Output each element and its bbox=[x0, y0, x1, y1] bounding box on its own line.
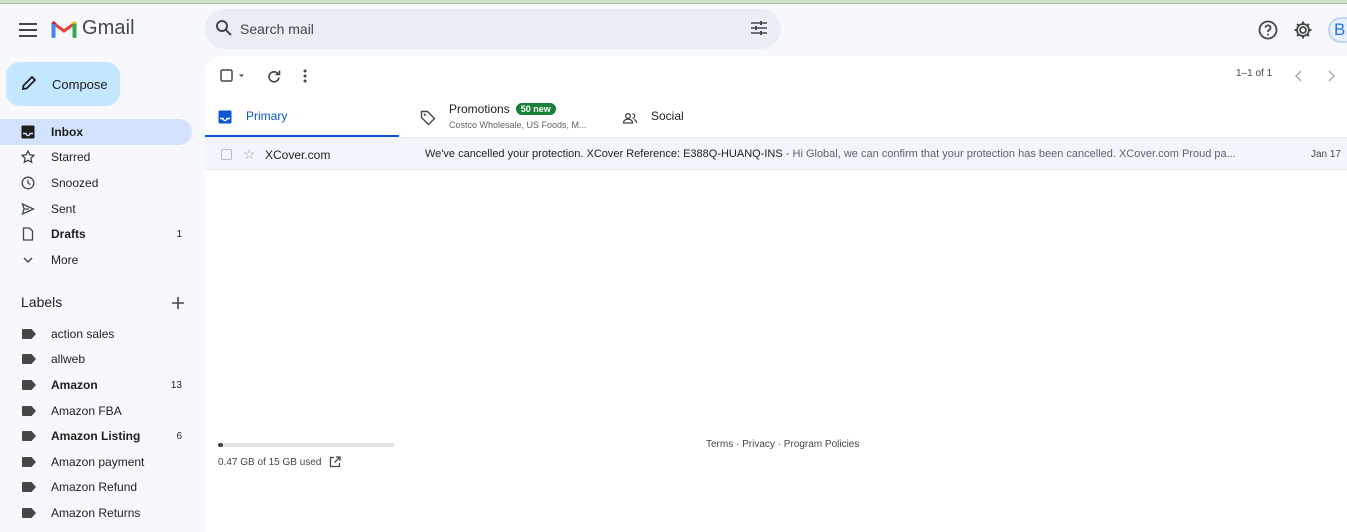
sidebar-item-more[interactable]: More bbox=[0, 247, 192, 273]
label-tag-icon bbox=[22, 406, 36, 416]
browser-top-strip bbox=[0, 0, 1347, 4]
sidebar-item-starred[interactable]: Starred bbox=[0, 144, 192, 170]
label-tag-icon bbox=[22, 482, 36, 492]
sidebar-item-label: Sent bbox=[51, 202, 76, 216]
search-input[interactable] bbox=[240, 17, 720, 41]
sidebar-item-count: 6 bbox=[176, 430, 182, 442]
sidebar-item-label: Amazon payment bbox=[51, 455, 145, 469]
label-tag-icon bbox=[22, 354, 36, 364]
sidebar-item-label: allweb bbox=[51, 352, 86, 366]
search-bar[interactable] bbox=[205, 9, 781, 49]
compose-button[interactable]: Compose bbox=[6, 62, 120, 106]
footer-links[interactable]: Terms · Privacy · Program Policies bbox=[706, 439, 859, 450]
sidebar-label-item[interactable]: action sales bbox=[0, 321, 192, 347]
tab-subtitle: Costco Wholesale, US Foods, M... bbox=[449, 120, 587, 130]
inbox-icon bbox=[218, 110, 232, 127]
tag-icon bbox=[420, 110, 436, 129]
tab-label: Primary bbox=[246, 109, 288, 123]
storage-text: 0.47 GB of 15 GB used bbox=[218, 456, 322, 468]
next-page-icon[interactable] bbox=[1326, 66, 1336, 86]
label-tag-icon bbox=[22, 380, 36, 390]
search-options-icon[interactable] bbox=[750, 19, 768, 40]
pagination-text: 1–1 of 1 bbox=[1236, 68, 1273, 79]
search-icon[interactable] bbox=[215, 19, 233, 40]
sidebar-item-snoozed[interactable]: Snoozed bbox=[0, 170, 192, 196]
sidebar-item-label: Drafts bbox=[51, 227, 86, 241]
tab-label: Promotions 50 new bbox=[449, 102, 556, 116]
main-menu-button[interactable] bbox=[16, 18, 40, 42]
prev-page-icon[interactable] bbox=[1294, 66, 1304, 86]
app-name: Gmail bbox=[82, 17, 135, 39]
tab-primary[interactable]: Primary bbox=[205, 98, 399, 138]
label-tag-icon bbox=[22, 508, 36, 518]
clock-icon bbox=[20, 175, 36, 191]
menu-icon bbox=[19, 23, 37, 37]
sidebar-item-label: Amazon Listing bbox=[51, 429, 141, 443]
tab-social[interactable]: Social bbox=[614, 98, 814, 138]
star-icon[interactable]: ☆ bbox=[243, 146, 256, 163]
sidebar-item-drafts[interactable]: Drafts 1 bbox=[0, 221, 192, 247]
sidebar-label-item[interactable]: Amazon 13 bbox=[0, 372, 192, 398]
email-subject: We've cancelled your protection. XCover … bbox=[425, 148, 783, 160]
sidebar-item-label: Inbox bbox=[51, 125, 83, 139]
sidebar-label-item[interactable]: Amazon payment bbox=[0, 449, 192, 475]
sidebar-label-item[interactable]: Amazon Listing 6 bbox=[0, 423, 192, 449]
label-tag-icon bbox=[22, 329, 36, 339]
labels-heading: Labels bbox=[21, 294, 63, 310]
star-icon bbox=[20, 149, 36, 165]
email-subject-line: We've cancelled your protection. XCover … bbox=[425, 148, 1265, 160]
gmail-logo[interactable]: Gmail bbox=[51, 17, 135, 40]
main-panel: 1–1 of 1 Primary Promotions 50 new Costco… bbox=[205, 56, 1347, 532]
sidebar-item-label: Starred bbox=[51, 150, 91, 164]
help-icon[interactable] bbox=[1256, 18, 1280, 42]
sidebar-item-label: Amazon bbox=[51, 378, 98, 392]
label-tag-icon bbox=[22, 457, 36, 467]
send-icon bbox=[20, 201, 36, 217]
storage-fill bbox=[218, 443, 224, 447]
people-icon bbox=[622, 110, 638, 129]
sidebar-label-item[interactable]: allweb bbox=[0, 346, 192, 372]
compose-label: Compose bbox=[52, 76, 108, 92]
email-checkbox[interactable] bbox=[221, 149, 232, 160]
sidebar-label-item[interactable]: Amazon FBA bbox=[0, 398, 192, 424]
sidebar-item-label: Amazon Refund bbox=[51, 480, 138, 494]
add-label-icon[interactable] bbox=[170, 295, 186, 311]
sidebar-item-label: Amazon Returns bbox=[51, 506, 141, 520]
pencil-icon bbox=[20, 74, 38, 95]
settings-gear-icon[interactable] bbox=[1291, 18, 1315, 42]
sidebar-item-label: More bbox=[51, 253, 79, 267]
tab-promotions[interactable]: Promotions 50 new Costco Wholesale, US Fo… bbox=[414, 98, 614, 138]
sidebar-item-sent[interactable]: Sent bbox=[0, 196, 192, 222]
sidebar-item-label: Snoozed bbox=[51, 176, 99, 190]
email-row[interactable]: ☆ XCover.com We've cancelled your protec… bbox=[205, 138, 1347, 170]
sidebar-label-item[interactable]: Amazon Returns bbox=[0, 500, 192, 526]
tab-label: Social bbox=[651, 109, 684, 123]
open-in-new-icon[interactable] bbox=[329, 456, 342, 468]
email-sender: XCover.com bbox=[265, 148, 331, 162]
sidebar-item-count: 13 bbox=[170, 379, 182, 391]
sidebar-item-label: action sales bbox=[51, 327, 115, 341]
sidebar-item-inbox[interactable]: Inbox bbox=[0, 119, 192, 145]
storage-info: 0.47 GB of 15 GB used bbox=[218, 456, 342, 468]
email-date: Jan 17 bbox=[1310, 149, 1341, 160]
draft-icon bbox=[20, 226, 36, 242]
refresh-icon[interactable] bbox=[267, 66, 281, 86]
chevron-down-icon bbox=[20, 252, 36, 268]
account-avatar[interactable]: B bbox=[1328, 17, 1347, 43]
label-tag-icon bbox=[22, 431, 36, 441]
gmail-m-icon bbox=[51, 20, 77, 38]
new-count-badge: 50 new bbox=[515, 103, 556, 115]
sidebar-label-item[interactable]: Amazon Refund bbox=[0, 474, 192, 500]
sidebar-item-count: 1 bbox=[176, 228, 182, 240]
more-vert-icon[interactable] bbox=[303, 66, 307, 86]
inbox-icon bbox=[20, 124, 36, 140]
sidebar-item-label: Amazon FBA bbox=[51, 404, 122, 418]
email-snippet: - Hi Global, we can confirm that your pr… bbox=[782, 148, 1236, 160]
storage-bar bbox=[218, 443, 394, 447]
select-all-checkbox[interactable] bbox=[220, 66, 246, 86]
